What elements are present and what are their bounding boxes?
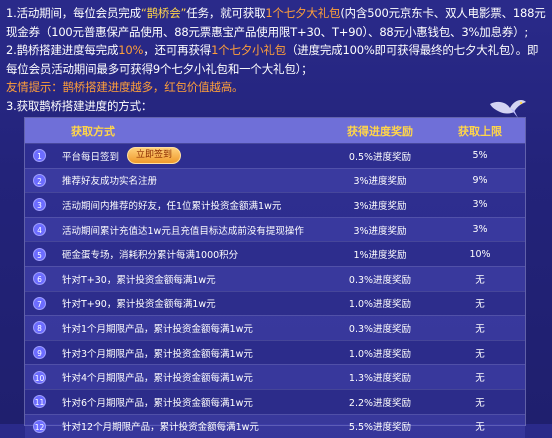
row-limit: 无 — [475, 299, 485, 311]
table-header: 获取方式 获得进度奖励 获取上限 — [25, 118, 525, 143]
row-number-badge: 3 — [33, 198, 46, 212]
row-limit: 无 — [475, 373, 485, 385]
row-number-badge: 10 — [33, 370, 46, 384]
row-number-badge: 9 — [33, 346, 46, 360]
row-method-text: 推荐好友成功实名注册 — [62, 176, 158, 188]
rule-2-percent: 10% — [118, 43, 144, 57]
table-row: 12 针对12个月期限产品，累计投资金额每满1w元 5.5%进度奖励 无 — [25, 413, 525, 438]
header-limit: 获取上限 — [458, 124, 502, 138]
row-reward: 1.3%进度奖励 — [348, 373, 412, 385]
row-limit: 5% — [472, 150, 488, 162]
row-limit: 无 — [475, 422, 485, 434]
progress-methods-table: 获取方式 获得进度奖励 获取上限 1 平台每日签到 立即签到 0.5%进度奖励 … — [24, 117, 526, 438]
row-limit: 10% — [469, 248, 491, 260]
row-number-badge: 6 — [33, 272, 46, 286]
table-row: 8 针对1个月期限产品，累计投资金额每满1w元 0.3%进度奖励 无 — [25, 315, 525, 340]
rule-2-text-b: ，还可再获得 — [143, 43, 212, 57]
row-limit: 3% — [472, 199, 488, 211]
row-number-badge: 5 — [33, 247, 46, 261]
rules-text: 1.活动期间，每位会员完成“鹊桥会”任务，就可获取1个七夕大礼包(内含500元京… — [6, 4, 548, 115]
rule-1-event-name: “鹊桥会” — [140, 6, 187, 20]
table-row: 7 针对T+90，累计投资金额每满1w元 1.0%进度奖励 无 — [25, 290, 525, 316]
row-reward: 0.3%进度奖励 — [348, 323, 412, 335]
rule-1-prize: 1个七夕大礼包 — [265, 6, 341, 20]
row-method: 9 针对3个月期限产品，累计投资金额每满1w元 — [25, 346, 325, 360]
signin-button[interactable]: 立即签到 — [127, 147, 182, 165]
row-limit: 无 — [475, 274, 485, 286]
header-reward: 获得进度奖励 — [347, 124, 413, 138]
rule-2-prize: 1个七夕小礼包 — [211, 43, 286, 57]
row-method: 2 推荐好友成功实名注册 — [25, 173, 325, 187]
row-reward: 1.0%进度奖励 — [348, 348, 412, 360]
row-number-badge: 4 — [33, 223, 46, 237]
row-method: 12 针对12个月期限产品，累计投资金额每满1w元 — [25, 419, 325, 433]
row-method-text: 针对1个月期限产品，累计投资金额每满1w元 — [62, 323, 253, 335]
row-reward: 3%进度奖励 — [353, 176, 407, 188]
table-row: 5 砸金蛋专场，消耗积分累计每满1000积分 1%进度奖励 10% — [25, 241, 525, 266]
row-method: 10 针对4个月期限产品，累计投资金额每满1w元 — [25, 370, 325, 384]
row-method: 1 平台每日签到 立即签到 — [25, 147, 325, 165]
row-method-text: 针对3个月期限产品，累计投资金额每满1w元 — [62, 348, 253, 360]
row-reward: 3%进度奖励 — [353, 200, 407, 212]
rule-3: 3.获取鹊桥搭建进度的方式： — [6, 98, 153, 113]
header-method: 获取方式 — [71, 124, 115, 138]
row-method-text: 活动期间累计充值达1w元且充值目标达成前没有提现操作 — [62, 225, 304, 237]
row-method: 3 活动期间内推荐的好友，任1位累计投资金额满1w元 — [25, 198, 325, 212]
row-number-badge: 7 — [33, 296, 46, 310]
rule-1: 1.活动期间，每位会员完成“鹊桥会”任务，就可获取1个七夕大礼包(内含500元京… — [6, 4, 548, 41]
row-number-badge: 1 — [33, 149, 46, 163]
table-row: 1 平台每日签到 立即签到 0.5%进度奖励 5% — [25, 143, 525, 168]
row-method: 11 针对6个月期限产品，累计投资金额每满1w元 — [25, 395, 325, 409]
rule-2: 2.鹊桥搭建进度每完成10%，还可再获得1个七夕小礼包（进度完成100%即可获得… — [6, 41, 548, 78]
row-reward: 1.0%进度奖励 — [348, 299, 412, 311]
row-limit: 无 — [475, 323, 485, 335]
row-method-text: 砸金蛋专场，消耗积分累计每满1000积分 — [62, 250, 239, 262]
rule-1-text-b: 任务，就可获取 — [186, 6, 266, 20]
row-method: 8 针对1个月期限产品，累计投资金额每满1w元 — [25, 321, 325, 335]
row-method: 7 针对T+90，累计投资金额每满1w元 — [25, 296, 325, 310]
row-number-badge: 11 — [33, 395, 46, 409]
row-method-text: 平台每日签到 — [62, 151, 120, 163]
row-number-badge: 2 — [33, 173, 46, 187]
row-limit: 无 — [475, 397, 485, 409]
row-limit: 无 — [475, 348, 485, 360]
table-body: 1 平台每日签到 立即签到 0.5%进度奖励 5% 2 推荐好友成功实名注册 3… — [25, 143, 525, 438]
row-reward: 1%进度奖励 — [353, 250, 407, 262]
friendly-tip: 友情提示：鹊桥搭建进度越多，红包价值越高。 — [6, 80, 244, 94]
rule-2-text-a: 2.鹊桥搭建进度每完成 — [6, 43, 119, 57]
row-method: 6 针对T+30，累计投资金额每满1w元 — [25, 272, 325, 286]
table-row: 6 针对T+30，累计投资金额每满1w元 0.3%进度奖励 无 — [25, 265, 525, 291]
row-limit: 9% — [472, 174, 488, 186]
table-row: 3 活动期间内推荐的好友，任1位累计投资金额满1w元 3%进度奖励 3% — [25, 192, 525, 217]
table-row: 4 活动期间累计充值达1w元且充值目标达成前没有提现操作 3%进度奖励 3% — [25, 216, 525, 242]
row-method-text: 针对T+30，累计投资金额每满1w元 — [62, 274, 216, 286]
row-method: 5 砸金蛋专场，消耗积分累计每满1000积分 — [25, 247, 325, 261]
row-number-badge: 12 — [33, 419, 46, 433]
table-row: 9 针对3个月期限产品，累计投资金额每满1w元 1.0%进度奖励 无 — [25, 339, 525, 365]
rule-1-text-a: 1.活动期间，每位会员完成 — [6, 6, 141, 20]
row-number-badge: 8 — [33, 321, 46, 335]
row-limit: 3% — [472, 224, 488, 236]
row-method-text: 针对4个月期限产品，累计投资金额每满1w元 — [62, 373, 253, 385]
row-reward: 0.5%进度奖励 — [348, 151, 412, 163]
table-row: 11 针对6个月期限产品，累计投资金额每满1w元 2.2%进度奖励 无 — [25, 388, 525, 414]
row-reward: 5.5%进度奖励 — [348, 422, 412, 434]
row-method: 4 活动期间累计充值达1w元且充值目标达成前没有提现操作 — [25, 223, 325, 237]
row-method-text: 针对6个月期限产品，累计投资金额每满1w元 — [62, 397, 253, 409]
row-method-text: 活动期间内推荐的好友，任1位累计投资金额满1w元 — [62, 200, 282, 212]
row-method-text: 针对12个月期限产品，累计投资金额每满1w元 — [62, 422, 259, 434]
row-reward: 3%进度奖励 — [353, 225, 407, 237]
table-row: 10 针对4个月期限产品，累计投资金额每满1w元 1.3%进度奖励 无 — [25, 364, 525, 389]
row-reward: 0.3%进度奖励 — [348, 274, 412, 286]
row-method-text: 针对T+90，累计投资金额每满1w元 — [62, 299, 216, 311]
row-reward: 2.2%进度奖励 — [348, 397, 412, 409]
table-row: 2 推荐好友成功实名注册 3%进度奖励 9% — [25, 167, 525, 193]
